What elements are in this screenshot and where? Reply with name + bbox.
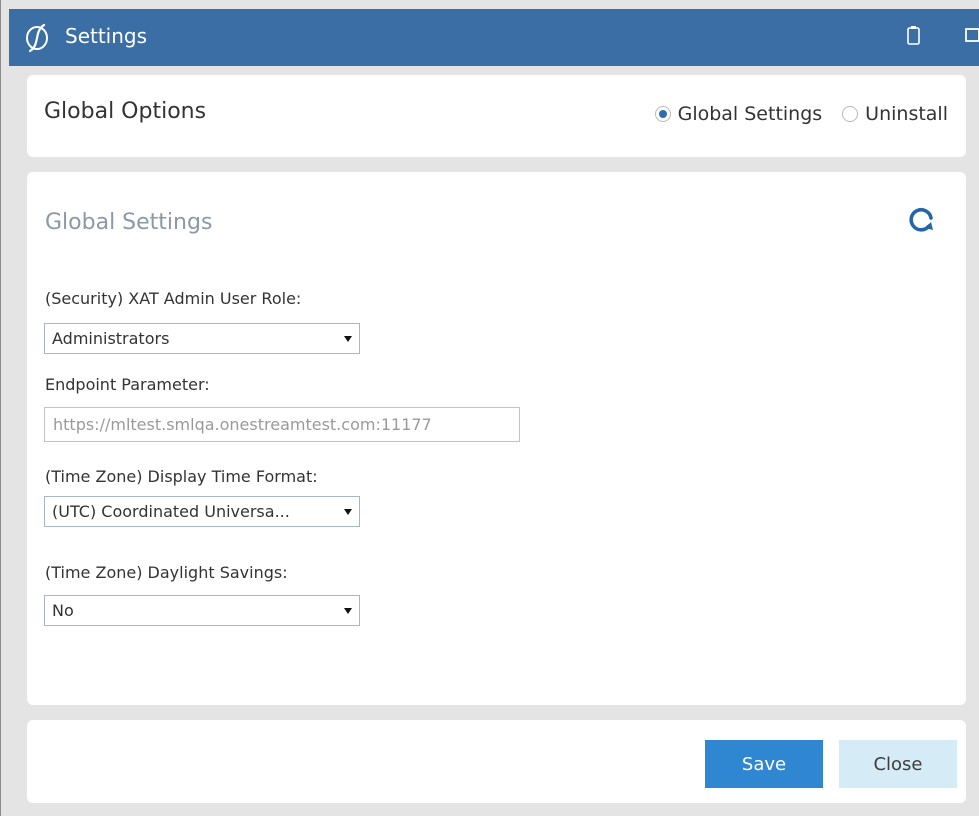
footer-panel: Save Close (27, 720, 966, 803)
endpoint-label: Endpoint Parameter: (45, 375, 210, 394)
radio-label-uninstall: Uninstall (865, 103, 948, 125)
radio-button-unchecked[interactable] (842, 106, 859, 122)
admin-role-select[interactable]: Administrators (44, 323, 360, 354)
maximize-icon[interactable] (964, 27, 979, 43)
radio-button-checked[interactable] (654, 106, 671, 122)
radio-label-global-settings: Global Settings (677, 103, 823, 125)
caret-down-icon (344, 509, 352, 515)
daylight-savings-value: No (52, 601, 74, 620)
time-format-select[interactable]: (UTC) Coordinated Universa... (44, 496, 360, 527)
refresh-icon (909, 208, 933, 232)
options-radio-group: Global Settings Uninstall (635, 103, 948, 125)
save-button[interactable]: Save (705, 740, 823, 788)
time-format-label: (Time Zone) Display Time Format: (45, 467, 318, 486)
global-options-panel: Global Options Global Settings Uninstall (27, 75, 966, 157)
caret-down-icon (344, 336, 352, 342)
daylight-savings-select[interactable]: No (44, 595, 360, 626)
endpoint-input[interactable]: https://mltest.smlqa.onestreamtest.com:1… (44, 407, 520, 442)
refresh-button[interactable] (903, 202, 939, 238)
radio-global-settings[interactable]: Global Settings (654, 103, 823, 125)
section-title: Global Settings (45, 210, 213, 235)
window-title: Settings (65, 24, 148, 48)
onestream-logo-icon (26, 23, 48, 53)
admin-role-value: Administrators (52, 329, 170, 348)
admin-role-label: (Security) XAT Admin User Role: (45, 289, 302, 308)
time-format-value: (UTC) Coordinated Universa... (52, 502, 290, 521)
page-title: Global Options (44, 99, 207, 124)
close-button[interactable]: Close (839, 740, 957, 788)
title-bar[interactable]: Settings (9, 9, 979, 66)
daylight-savings-label: (Time Zone) Daylight Savings: (45, 563, 288, 582)
clipboard-icon[interactable] (907, 25, 920, 45)
caret-down-icon (344, 608, 352, 614)
global-settings-panel: Global Settings (Security) XAT Admin Use… (27, 172, 966, 705)
radio-uninstall[interactable]: Uninstall (842, 103, 948, 125)
settings-window: Settings Global Options Global Settings … (0, 0, 979, 816)
